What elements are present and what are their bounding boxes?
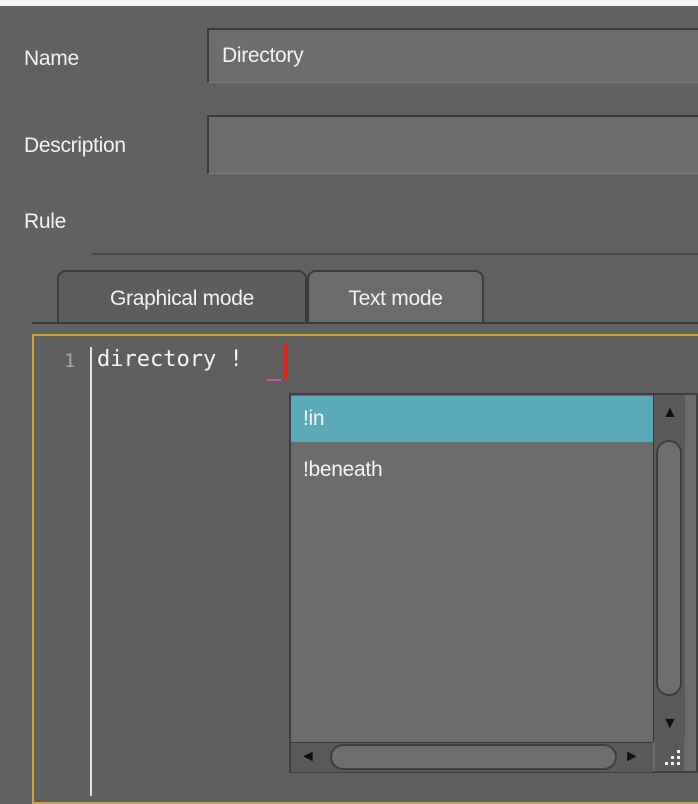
rule-label: Rule (24, 210, 66, 233)
resize-grip-icon[interactable] (655, 742, 684, 771)
autocomplete-item-in[interactable]: !in (291, 396, 653, 442)
window-top-edge (0, 0, 698, 6)
description-label: Description (24, 134, 126, 157)
line-number: 1 (64, 350, 76, 372)
autocomplete-item-beneath[interactable]: !beneath (291, 447, 653, 493)
tab-graphical-mode[interactable]: Graphical mode (57, 270, 307, 324)
description-field[interactable] (207, 115, 698, 174)
name-label: Name (24, 47, 79, 70)
name-field[interactable]: Directory (207, 28, 698, 83)
editor-gutter-divider (90, 347, 92, 796)
code-line[interactable]: directory ! (97, 347, 243, 372)
scroll-right-arrow-icon[interactable]: ► (624, 749, 640, 765)
scroll-left-arrow-icon[interactable]: ◄ (300, 749, 316, 765)
rule-separator (92, 253, 698, 255)
tab-text-mode[interactable]: Text mode (307, 270, 484, 324)
text-cursor (284, 344, 287, 379)
scroll-up-arrow-icon[interactable]: ▲ (662, 405, 678, 421)
error-underline (267, 379, 281, 381)
scroll-down-arrow-icon[interactable]: ▼ (662, 716, 678, 732)
horizontal-scroll-thumb[interactable] (330, 744, 617, 770)
vertical-scroll-thumb[interactable] (656, 440, 682, 696)
tab-strip-baseline (32, 322, 698, 324)
